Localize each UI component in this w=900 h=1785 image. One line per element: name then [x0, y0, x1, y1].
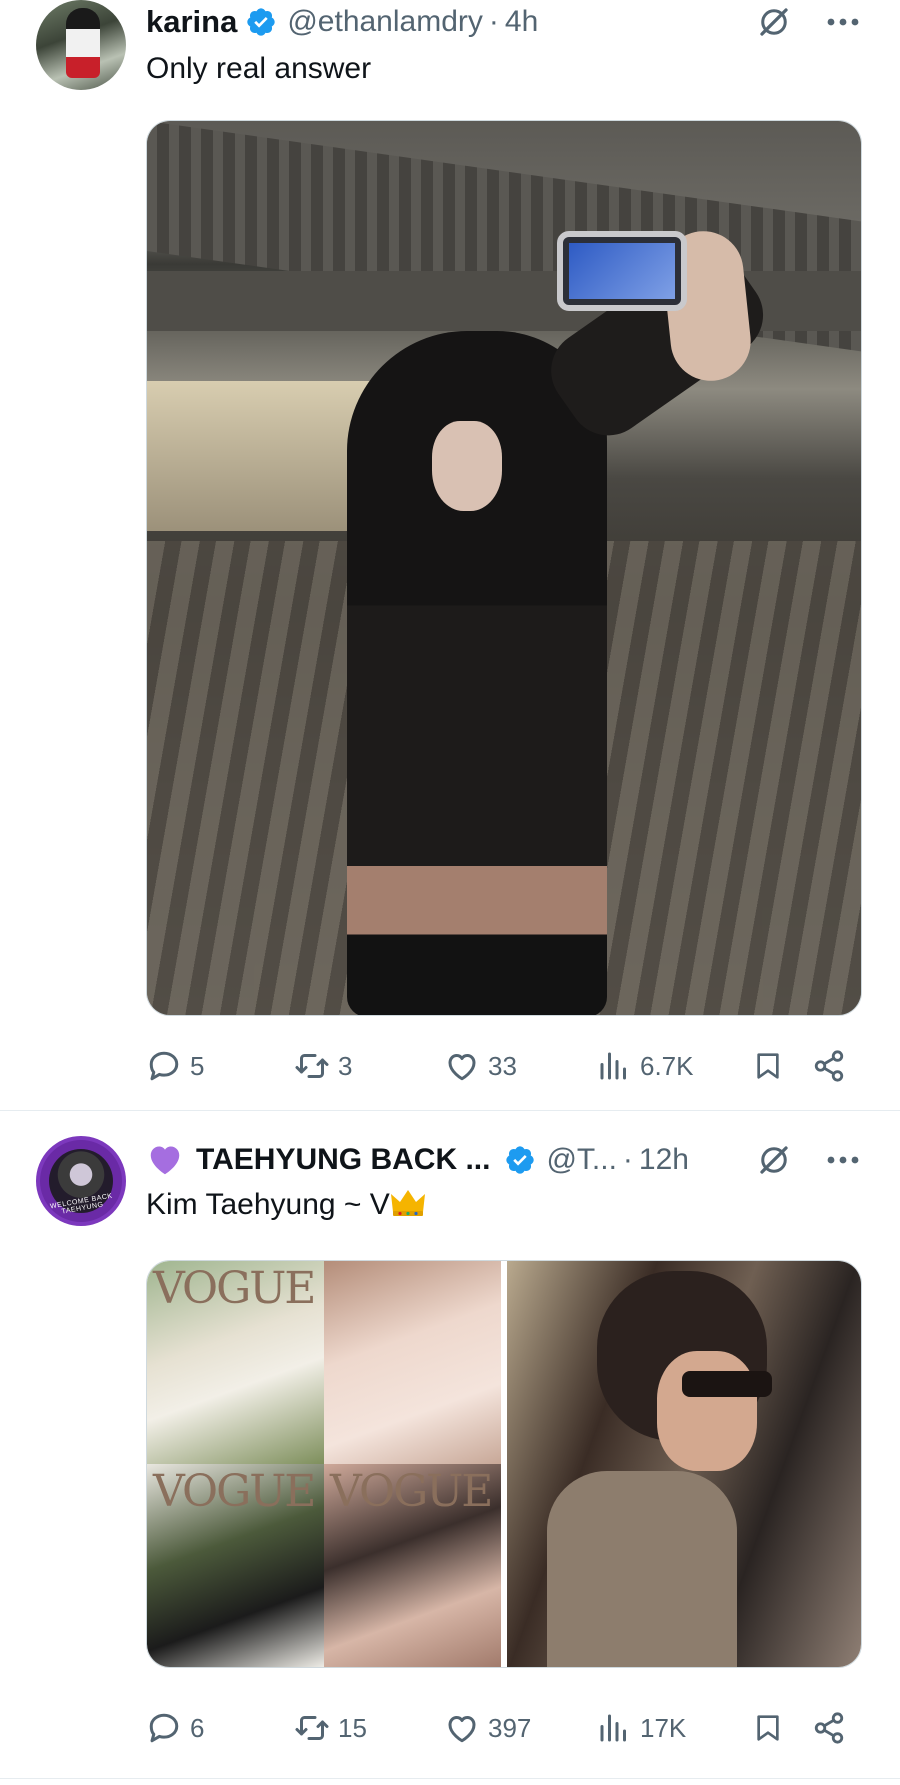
tweet-taehyung[interactable]: WELCOME BACK TAEHYUNG TAEHYUNG BACK ... … [0, 1112, 900, 1780]
retweet-button[interactable]: 3 [294, 1048, 444, 1084]
tweet-text-content: Kim Taehyung ~ V [146, 1188, 390, 1221]
views-icon [600, 1714, 626, 1742]
tweet-header: TAEHYUNG BACK ... @T... · 12h [146, 1136, 860, 1184]
tweet-photo[interactable] [146, 120, 862, 1016]
like-button[interactable]: 397 [444, 1710, 596, 1746]
photo-street [507, 1261, 861, 1667]
share-icon[interactable] [812, 1048, 846, 1084]
view-count: 17K [640, 1712, 687, 1743]
views-icon [600, 1052, 626, 1080]
vogue-cover-1: VOGUE [147, 1261, 324, 1464]
bookmark-icon[interactable] [752, 1710, 784, 1746]
tweet-text: Only real answer [146, 52, 372, 85]
display-name[interactable]: karina [146, 4, 237, 40]
reply-count: 6 [190, 1712, 205, 1743]
tweet-photo-collage[interactable]: VOGUE VOGUE VOGUE [146, 1260, 862, 1668]
like-icon [448, 1054, 476, 1081]
tweet-header: karina @ethanlamdry · 4h [146, 2, 860, 42]
views-button[interactable]: 17K [596, 1710, 746, 1746]
vogue-cover-4: VOGUE [324, 1464, 501, 1667]
grok-icon[interactable] [756, 4, 792, 40]
reply-button[interactable]: 5 [146, 1048, 294, 1084]
photo-vogue-grid: VOGUE VOGUE VOGUE [147, 1261, 501, 1667]
share-icon[interactable] [812, 1710, 846, 1746]
reply-icon [149, 1713, 179, 1743]
grok-icon[interactable] [756, 1142, 792, 1178]
tweet-text: Kim Taehyung ~ V [146, 1188, 426, 1222]
reply-count: 5 [190, 1050, 205, 1081]
action-bar: 6 15 397 17K [128, 1706, 872, 1750]
retweet-icon [295, 1716, 329, 1740]
divider [0, 1110, 900, 1111]
separator-dot: · [622, 1143, 633, 1176]
retweet-count: 15 [338, 1712, 367, 1743]
view-count: 6.7K [640, 1050, 694, 1081]
timestamp[interactable]: 12h [639, 1143, 689, 1177]
avatar-figure [66, 8, 100, 78]
handle[interactable]: @T... [546, 1143, 616, 1177]
like-count: 397 [488, 1712, 532, 1743]
views-button[interactable]: 6.7K [596, 1048, 746, 1084]
retweet-button[interactable]: 15 [294, 1710, 444, 1746]
avatar[interactable]: WELCOME BACK TAEHYUNG [36, 1136, 126, 1226]
like-count: 33 [488, 1050, 517, 1081]
tweet-karina[interactable]: karina @ethanlamdry · 4h Only real answe… [0, 0, 900, 1112]
like-icon [448, 1716, 476, 1743]
avatar[interactable] [36, 0, 126, 90]
reply-icon [149, 1051, 179, 1081]
photo-selfie [147, 121, 861, 1015]
retweet-count: 3 [338, 1050, 353, 1081]
like-button[interactable]: 33 [444, 1048, 596, 1084]
crown-emoji [390, 1190, 425, 1216]
action-bar: 5 3 33 6.7K [128, 1044, 872, 1088]
more-icon[interactable] [826, 1155, 860, 1165]
handle[interactable]: @ethanlamdry [287, 5, 483, 39]
vogue-cover-2 [324, 1261, 501, 1464]
retweet-icon [295, 1054, 329, 1078]
timestamp[interactable]: 4h [505, 5, 538, 39]
more-icon[interactable] [826, 17, 860, 27]
verified-badge-icon [247, 8, 276, 36]
divider [0, 1778, 900, 1779]
reply-button[interactable]: 6 [146, 1710, 294, 1746]
verified-badge-icon [506, 1146, 535, 1174]
vogue-cover-3: VOGUE [147, 1464, 324, 1667]
separator-dot: · [488, 5, 499, 38]
purple-heart-emoji [150, 1146, 180, 1175]
bookmark-icon[interactable] [752, 1048, 784, 1084]
display-name[interactable]: TAEHYUNG BACK ... [196, 1143, 490, 1177]
